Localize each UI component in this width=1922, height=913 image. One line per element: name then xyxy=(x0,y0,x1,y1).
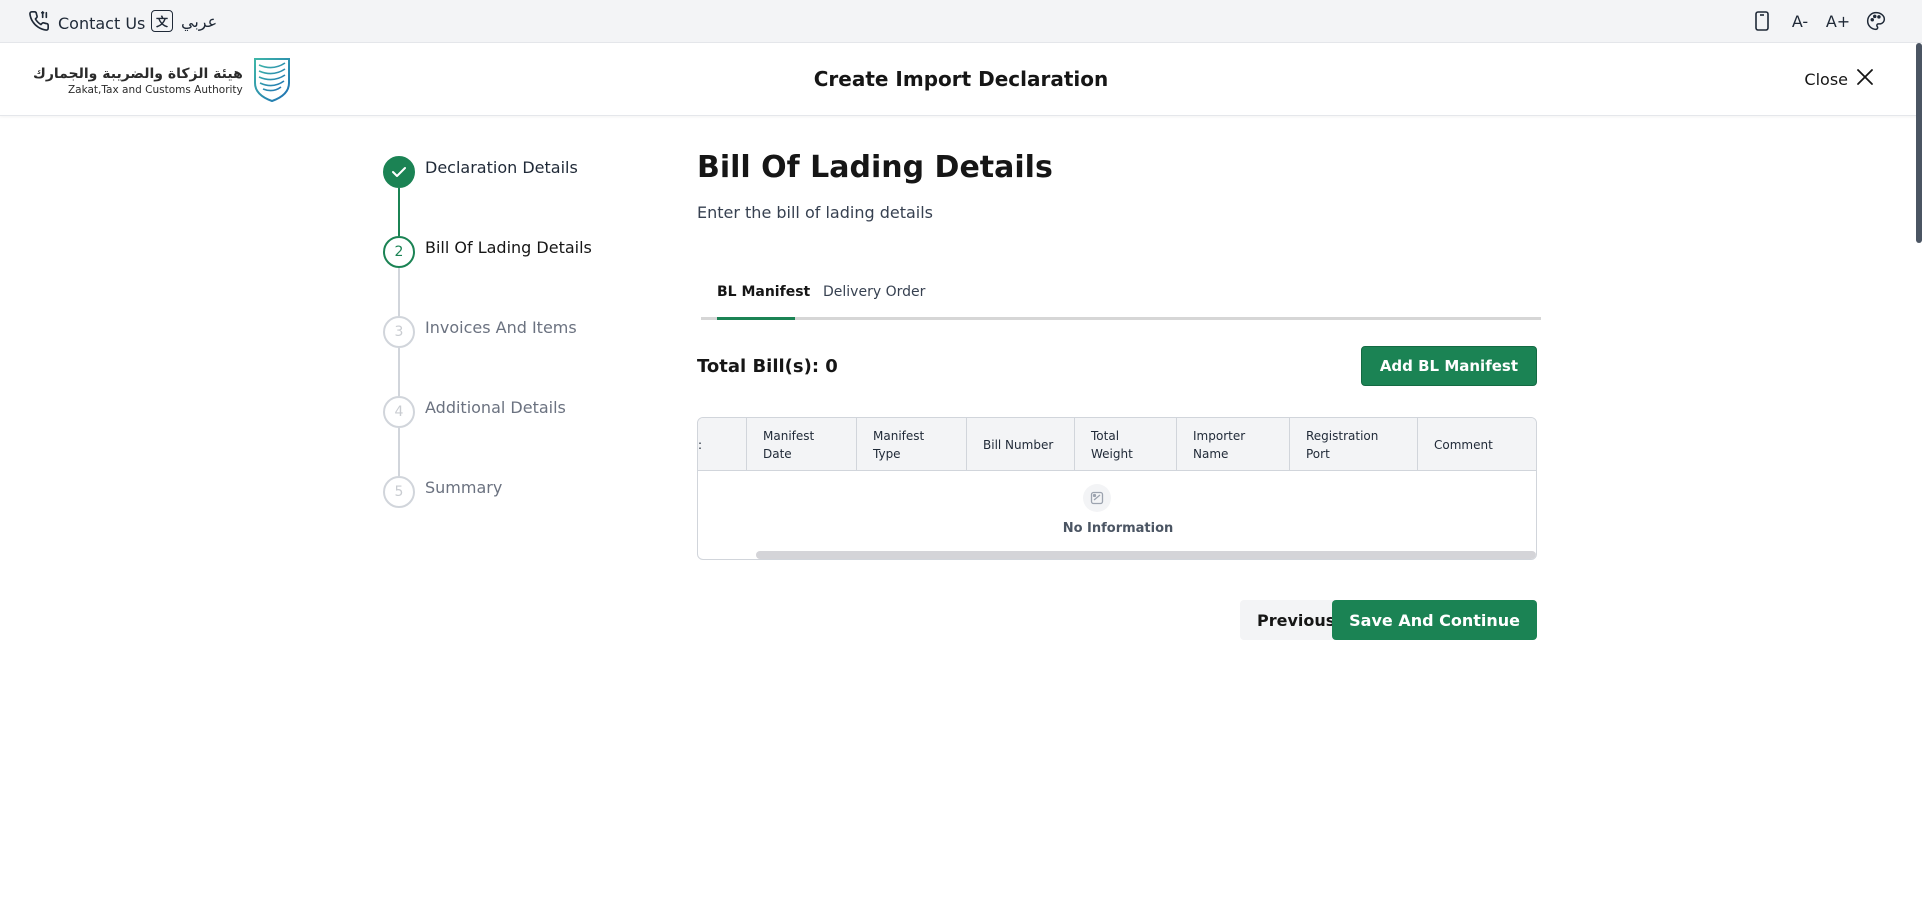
close-label: Close xyxy=(1804,69,1848,89)
step-label: Additional Details xyxy=(425,398,566,417)
table-header: : Manifest Date Manifest Type Bill Numbe… xyxy=(698,418,1536,471)
tab-bl-manifest[interactable]: BL Manifest xyxy=(717,284,810,316)
step-label: Declaration Details xyxy=(425,158,578,177)
tab-delivery-order[interactable]: Delivery Order xyxy=(823,284,925,316)
page-header: هيئة الزكاة والضريبة والجمارك Zakat,Tax … xyxy=(0,43,1922,116)
step-invoices-and-items[interactable]: 3 Invoices And Items xyxy=(383,316,643,356)
active-tab-indicator xyxy=(717,317,795,320)
add-bl-manifest-button[interactable]: Add BL Manifest xyxy=(1360,346,1537,386)
column-header-truncated: : xyxy=(698,437,703,452)
step-declaration-details[interactable]: Declaration Details xyxy=(383,156,643,196)
checkmark-icon xyxy=(383,156,415,188)
column-header-total-weight[interactable]: Total Weight xyxy=(1074,418,1176,471)
translate-icon: 文 xyxy=(151,10,173,32)
close-button[interactable]: Close xyxy=(1804,68,1874,90)
phone-icon xyxy=(28,10,50,36)
accessibility-tools: A- A+ xyxy=(1752,11,1886,31)
tab-bar: BL Manifest Delivery Order xyxy=(701,276,1541,320)
total-bills-count: Total Bill(s): 0 xyxy=(697,356,838,377)
column-header-comment[interactable]: Comment xyxy=(1417,418,1536,471)
section-subtitle: Enter the bill of lading details xyxy=(697,203,933,222)
close-icon xyxy=(1856,68,1874,90)
step-additional-details[interactable]: 4 Additional Details xyxy=(383,396,643,436)
bl-manifest-table: : Manifest Date Manifest Type Bill Numbe… xyxy=(697,417,1537,560)
column-header-bill-number[interactable]: Bill Number xyxy=(966,418,1074,471)
save-and-continue-button[interactable]: Save And Continue xyxy=(1332,600,1537,640)
font-increase-icon[interactable]: A+ xyxy=(1826,11,1850,31)
step-bill-of-lading-details[interactable]: 2 Bill Of Lading Details xyxy=(383,236,643,276)
utility-bar: Contact Us 文 عربي A- A+ xyxy=(0,0,1922,43)
step-label: Summary xyxy=(425,478,503,497)
page-title: Create Import Declaration xyxy=(813,67,1109,91)
font-decrease-icon[interactable]: A- xyxy=(1790,11,1810,31)
horizontal-scrollbar[interactable] xyxy=(756,551,1536,559)
step-label: Bill Of Lading Details xyxy=(425,238,592,257)
step-number: 3 xyxy=(383,316,415,348)
step-number: 2 xyxy=(383,236,415,268)
step-label: Invoices And Items xyxy=(425,318,577,337)
column-header-importer-name[interactable]: Importer Name xyxy=(1176,418,1289,471)
contact-us-label: Contact Us xyxy=(58,13,146,33)
empty-state-icon xyxy=(1083,484,1111,512)
step-number: 4 xyxy=(383,396,415,428)
column-header-manifest-type[interactable]: Manifest Type xyxy=(856,418,966,471)
vertical-scrollbar[interactable] xyxy=(1916,43,1922,243)
contact-us-link[interactable]: Contact Us xyxy=(28,10,145,36)
main-content: Bill Of Lading Details Enter the bill of… xyxy=(697,150,1541,640)
column-header-manifest-date[interactable]: Manifest Date xyxy=(746,418,856,471)
section-title: Bill Of Lading Details xyxy=(697,150,1053,185)
step-number: 5 xyxy=(383,476,415,508)
language-label: عربي xyxy=(181,11,218,31)
palette-icon[interactable] xyxy=(1866,11,1886,31)
column-header-registration-port[interactable]: Registration Port xyxy=(1289,418,1417,471)
language-switch[interactable]: 文 عربي xyxy=(151,10,217,32)
mobile-icon[interactable] xyxy=(1752,11,1772,31)
step-summary[interactable]: 5 Summary xyxy=(383,476,643,516)
empty-state-message: No Information xyxy=(1062,521,1174,536)
